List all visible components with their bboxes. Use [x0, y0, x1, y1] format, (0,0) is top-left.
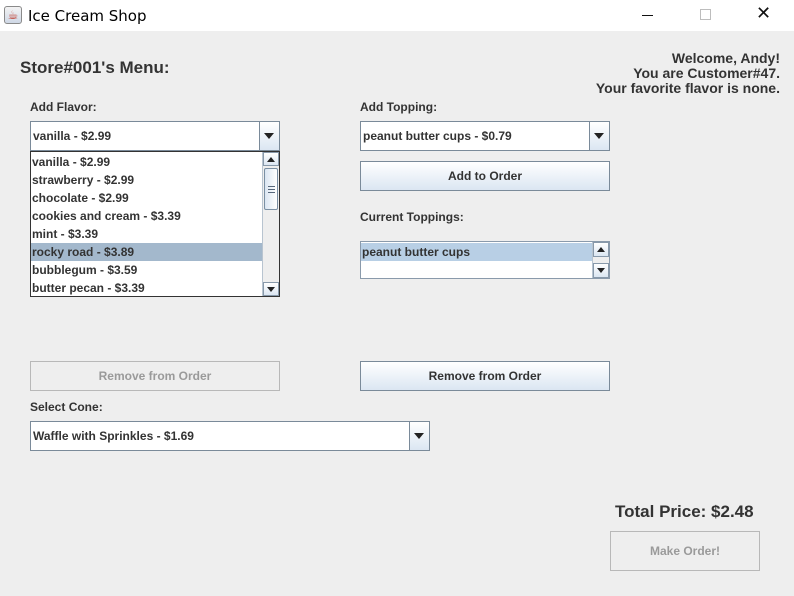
flavor-list-scrollbar[interactable]	[262, 152, 279, 296]
scroll-down-button[interactable]	[593, 263, 609, 278]
close-button[interactable]: ✕	[736, 0, 794, 31]
cone-combobox[interactable]: Waffle with Sprinkles - $1.69	[30, 421, 430, 451]
java-cup-icon: ☕	[4, 6, 22, 24]
chevron-down-icon	[414, 433, 424, 439]
flavor-dropdown-button[interactable]	[259, 122, 279, 150]
toppings-list-scrollbar[interactable]	[592, 242, 609, 278]
flavor-combobox-value: vanilla - $2.99	[33, 129, 112, 143]
minimize-button[interactable]	[619, 0, 677, 31]
flavor-combobox[interactable]: vanilla - $2.99	[30, 121, 280, 151]
flavor-option[interactable]: vanilla - $2.99	[31, 153, 263, 171]
scroll-up-button[interactable]	[593, 242, 609, 257]
cone-dropdown-button[interactable]	[409, 422, 429, 450]
chevron-down-icon	[264, 133, 274, 139]
welcome-panel: Welcome, Andy! You are Customer#47. Your…	[596, 51, 780, 96]
cone-combobox-value: Waffle with Sprinkles - $1.69	[33, 429, 194, 443]
chevron-up-icon	[597, 247, 605, 252]
topping-dropdown-button[interactable]	[589, 122, 609, 150]
maximize-button[interactable]	[677, 0, 735, 31]
scroll-up-button[interactable]	[263, 152, 279, 166]
flavor-option-highlighted[interactable]: rocky road - $3.89	[31, 243, 263, 261]
flavor-option[interactable]: chocolate - $2.99	[31, 189, 263, 207]
make-order-button[interactable]: Make Order!	[610, 531, 760, 571]
topping-combobox-value: peanut butter cups - $0.79	[363, 129, 512, 143]
thumb-grip-line	[268, 192, 275, 193]
thumb-grip-line	[268, 189, 275, 190]
customer-number-line: You are Customer#47.	[633, 65, 780, 81]
scroll-thumb[interactable]	[264, 168, 278, 210]
add-to-order-button[interactable]: Add to Order	[360, 161, 610, 191]
flavor-option[interactable]: butter pecan - $3.39	[31, 279, 263, 296]
remove-topping-button[interactable]: Remove from Order	[360, 361, 610, 391]
welcome-line: Welcome, Andy!	[671, 50, 780, 66]
add-topping-label: Add Topping:	[360, 100, 438, 114]
chevron-up-icon	[267, 157, 275, 162]
chevron-down-icon	[594, 133, 604, 139]
topping-combobox[interactable]: peanut butter cups - $0.79	[360, 121, 610, 151]
minimize-icon	[642, 15, 653, 16]
thumb-grip-line	[268, 186, 275, 187]
total-price: Total Price: $2.48	[615, 502, 754, 521]
scroll-down-button[interactable]	[263, 282, 279, 296]
select-cone-label: Select Cone:	[30, 400, 103, 414]
remove-flavor-button[interactable]: Remove from Order	[30, 361, 280, 391]
add-flavor-label: Add Flavor:	[30, 100, 97, 114]
flavor-option[interactable]: cookies and cream - $3.39	[31, 207, 263, 225]
favorite-flavor-line: Your favorite flavor is none.	[595, 80, 780, 96]
flavor-option[interactable]: mint - $3.39	[31, 225, 263, 243]
window-titlebar: ☕ Ice Cream Shop ✕	[0, 0, 794, 31]
current-toppings-list: peanut butter cups	[360, 241, 610, 279]
flavor-option[interactable]: bubblegum - $3.59	[31, 261, 263, 279]
flavor-dropdown-list: vanilla - $2.99 strawberry - $2.99 choco…	[30, 151, 280, 297]
maximize-icon	[700, 9, 711, 20]
topping-list-item[interactable]: peanut butter cups	[361, 243, 593, 261]
window-title: Ice Cream Shop	[28, 7, 147, 25]
chevron-down-icon	[597, 268, 605, 273]
store-menu-title: Store#001's Menu:	[20, 58, 170, 77]
current-toppings-label: Current Toppings:	[360, 210, 464, 224]
close-icon: ✕	[756, 3, 772, 24]
chevron-down-icon	[267, 287, 275, 292]
flavor-option[interactable]: strawberry - $2.99	[31, 171, 263, 189]
